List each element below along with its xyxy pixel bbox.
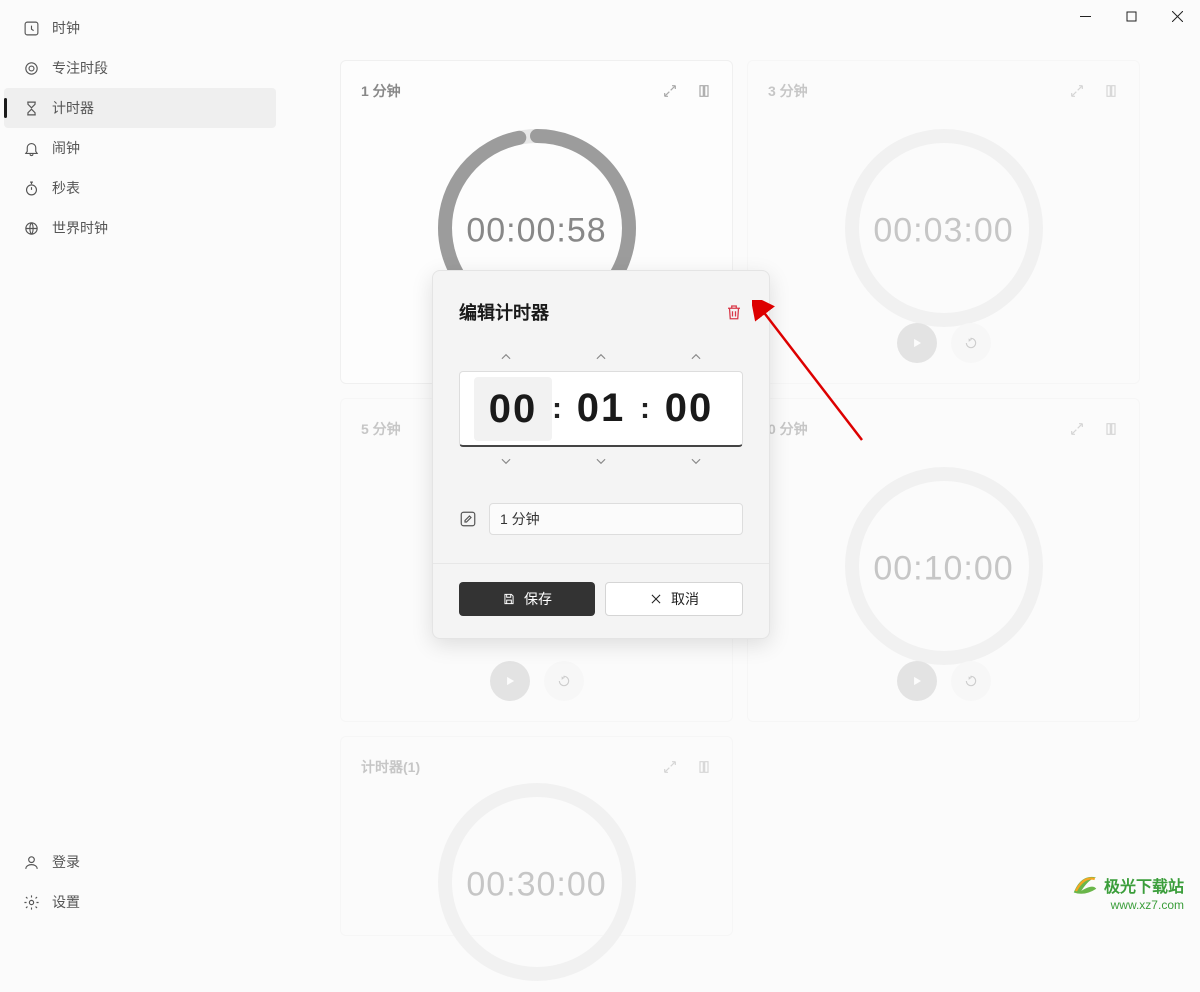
hourglass-icon — [22, 99, 40, 117]
sidebar-item-label: 专注时段 — [52, 58, 108, 78]
edit-name-icon — [459, 510, 477, 528]
hours-down-button[interactable] — [461, 447, 551, 475]
sidebar-item-label: 登录 — [52, 852, 80, 872]
colon: : — [640, 392, 650, 426]
timer-name-input[interactable] — [489, 503, 743, 535]
timer-name: 5 分钟 — [361, 419, 401, 439]
expand-icon[interactable] — [662, 759, 678, 775]
bell-icon — [22, 139, 40, 157]
pin-icon[interactable] — [1103, 83, 1119, 99]
hours-value[interactable]: 00 — [474, 377, 552, 441]
minutes-down-button[interactable] — [556, 447, 646, 475]
seconds-down-button[interactable] — [651, 447, 741, 475]
timer-name: 计时器(1) — [361, 757, 420, 777]
sidebar-item-settings[interactable]: 设置 — [4, 882, 276, 922]
timer-card-custom1[interactable]: 计时器(1) 00:30:00 — [340, 736, 733, 936]
stopwatch-icon — [22, 179, 40, 197]
minimize-button[interactable] — [1062, 0, 1108, 32]
timer-card-3min[interactable]: 3 分钟 00:03:00 — [747, 60, 1140, 384]
minutes-up-button[interactable] — [556, 343, 646, 371]
sidebar-item-label: 闹钟 — [52, 138, 80, 158]
timer-ring: 00:03:00 — [839, 123, 1049, 338]
expand-icon[interactable] — [1069, 421, 1085, 437]
sidebar-item-focus[interactable]: 专注时段 — [4, 48, 276, 88]
timer-name: 1 分钟 — [361, 81, 401, 101]
reset-button[interactable] — [951, 323, 991, 363]
maximize-button[interactable] — [1108, 0, 1154, 32]
timer-name: 0 分钟 — [768, 419, 808, 439]
user-icon — [22, 853, 40, 871]
sidebar-item-label: 设置 — [52, 892, 80, 912]
play-button[interactable] — [490, 661, 530, 701]
time-display[interactable]: 00 : 01 : 00 — [459, 371, 743, 447]
dialog-title: 编辑计时器 — [459, 299, 549, 325]
timer-card-10min[interactable]: 0 分钟 00:10:00 — [747, 398, 1140, 722]
pin-icon[interactable] — [696, 83, 712, 99]
hours-up-button[interactable] — [461, 343, 551, 371]
timer-ring: 00:10:00 — [839, 461, 1049, 676]
timer-display: 00:10:00 — [873, 549, 1013, 588]
seconds-value[interactable]: 00 — [650, 386, 728, 431]
watermark-url: www.xz7.com — [1070, 898, 1184, 912]
pin-icon[interactable] — [1103, 421, 1119, 437]
minutes-value[interactable]: 01 — [562, 386, 640, 431]
sidebar-item-login[interactable]: 登录 — [4, 842, 276, 882]
watermark-logo-icon — [1070, 870, 1100, 900]
save-label: 保存 — [524, 589, 552, 609]
sidebar-item-alarm[interactable]: 闹钟 — [4, 128, 276, 168]
play-button[interactable] — [897, 323, 937, 363]
timer-display: 00:03:00 — [873, 211, 1013, 250]
pin-icon[interactable] — [696, 759, 712, 775]
sidebar-item-worldclock[interactable]: 世界时钟 — [4, 208, 276, 248]
save-button[interactable]: 保存 — [459, 582, 595, 616]
edit-timer-dialog: 编辑计时器 00 : 01 : 00 保存 — [432, 270, 770, 639]
sidebar-item-stopwatch[interactable]: 秒表 — [4, 168, 276, 208]
timer-name: 3 分钟 — [768, 81, 808, 101]
seconds-up-button[interactable] — [651, 343, 741, 371]
colon: : — [552, 392, 562, 426]
timer-ring: 00:30:00 — [432, 777, 642, 992]
target-icon — [22, 59, 40, 77]
sidebar-item-label: 计时器 — [52, 98, 94, 118]
watermark: 极光下载站 www.xz7.com — [1070, 870, 1184, 912]
sidebar-item-label: 时钟 — [52, 18, 80, 38]
reset-button[interactable] — [951, 661, 991, 701]
cancel-button[interactable]: 取消 — [605, 582, 743, 616]
cancel-label: 取消 — [671, 589, 699, 609]
play-button[interactable] — [897, 661, 937, 701]
clock-square-icon — [22, 19, 40, 37]
sidebar-item-label: 世界时钟 — [52, 218, 108, 238]
sidebar: 时钟 专注时段 计时器 闹钟 秒表 世界时钟 登录 设置 — [0, 0, 280, 932]
time-picker: 00 : 01 : 00 — [433, 343, 769, 475]
close-button[interactable] — [1154, 0, 1200, 32]
sidebar-item-label: 秒表 — [52, 178, 80, 198]
expand-icon[interactable] — [1069, 83, 1085, 99]
delete-button[interactable] — [725, 303, 743, 321]
gear-icon — [22, 893, 40, 911]
watermark-text: 极光下载站 — [1104, 873, 1184, 897]
timer-display: 00:00:58 — [466, 211, 606, 250]
expand-icon[interactable] — [662, 83, 678, 99]
window-controls — [1062, 0, 1200, 32]
reset-button[interactable] — [544, 661, 584, 701]
timer-display: 00:30:00 — [466, 865, 606, 904]
sidebar-item-clock[interactable]: 时钟 — [4, 8, 276, 48]
globe-icon — [22, 219, 40, 237]
sidebar-item-timer[interactable]: 计时器 — [4, 88, 276, 128]
